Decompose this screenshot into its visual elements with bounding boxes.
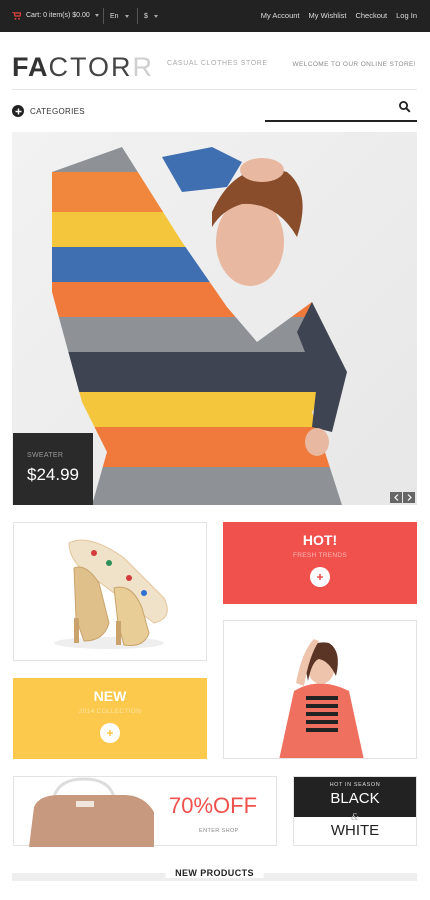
- store-tagline: CASUAL CLOTHES STORE: [167, 60, 268, 67]
- my-wishlist-link[interactable]: My Wishlist: [309, 11, 347, 20]
- hero-price: $24.99: [27, 465, 79, 484]
- shoes-image: [54, 539, 168, 649]
- language-value: En: [110, 12, 119, 20]
- top-bar: Cart: 0 item(s) $0.00 En $ My Account My…: [0, 0, 430, 32]
- welcome-message: WELCOME TO OUR ONLINE STORE!: [292, 61, 416, 68]
- chevron-down-icon: [153, 14, 158, 18]
- chevron-down-icon: [94, 14, 99, 17]
- logo-thin: CTOR: [48, 52, 133, 82]
- search-icon[interactable]: [398, 100, 412, 114]
- season-label: HOT IN SEASON: [329, 782, 381, 788]
- new-collection-banner[interactable]: NEW 2014 COLLECTION: [13, 678, 207, 759]
- currency-value: $: [144, 12, 148, 20]
- new-title: NEW: [93, 688, 127, 704]
- plus-circle-icon: [12, 105, 24, 117]
- hot-title: HOT!: [302, 532, 338, 548]
- hero-price-box[interactable]: SWEATER $24.99: [13, 433, 93, 505]
- chevron-down-icon: [124, 14, 129, 18]
- new-products-section-header: NEW PRODUCTS: [12, 863, 417, 883]
- plus-icon: [317, 574, 323, 580]
- chevron-left-icon: [393, 494, 398, 501]
- language-select[interactable]: En: [103, 8, 129, 24]
- categories-label: CATEGORIES: [30, 106, 85, 116]
- hero-product-label: SWEATER: [27, 452, 64, 459]
- hot-plus-button[interactable]: [310, 567, 330, 587]
- sale-banner[interactable]: 70%OFF ENTER SHOP: [13, 776, 277, 847]
- hot-banner[interactable]: HOT! FRESH TRENDS: [223, 522, 417, 604]
- cart-icon: [12, 12, 21, 20]
- new-subtitle: 2014 COLLECTION: [78, 708, 142, 715]
- enter-shop-link[interactable]: ENTER SHOP: [199, 828, 239, 834]
- season-black: BLACK: [330, 790, 380, 807]
- handbag-image: [29, 777, 154, 847]
- plus-icon: [107, 730, 113, 736]
- woman-promo-tile[interactable]: [223, 620, 417, 759]
- my-account-link[interactable]: My Account: [261, 11, 300, 20]
- log-in-link[interactable]: Log In: [396, 11, 417, 20]
- chevron-right-icon: [407, 494, 412, 501]
- hot-subtitle: FRESH TRENDS: [292, 552, 348, 559]
- categories-toggle[interactable]: CATEGORIES: [12, 105, 85, 117]
- slider-nav: [390, 492, 415, 503]
- header-divider: [12, 89, 417, 90]
- sale-percent: 70%OFF: [169, 793, 258, 818]
- search-input[interactable]: [265, 120, 417, 122]
- black-white-banner[interactable]: HOT IN SEASON BLACK & WHITE: [293, 776, 417, 846]
- season-white: WHITE: [330, 822, 380, 839]
- new-products-title: NEW PRODUCTS: [165, 868, 264, 878]
- black-white-top: HOT IN SEASON BLACK: [294, 777, 416, 817]
- shoes-promo-tile[interactable]: [13, 522, 207, 661]
- slider-next-button[interactable]: [403, 492, 415, 503]
- new-plus-button[interactable]: [100, 723, 120, 743]
- logo-bold: FA: [12, 52, 49, 82]
- cart-text: Cart: 0 item(s) $0.00: [26, 12, 90, 19]
- slider-prev-button[interactable]: [390, 492, 402, 503]
- cart-summary[interactable]: Cart: 0 item(s) $0.00: [12, 12, 99, 20]
- store-logo[interactable]: FACTORR: [12, 52, 153, 83]
- currency-select[interactable]: $: [137, 8, 158, 24]
- logo-light: R: [132, 52, 154, 82]
- checkout-link[interactable]: Checkout: [355, 11, 387, 20]
- account-links: My Account My Wishlist Checkout Log In: [261, 11, 417, 20]
- woman-fashion-image: [279, 639, 364, 758]
